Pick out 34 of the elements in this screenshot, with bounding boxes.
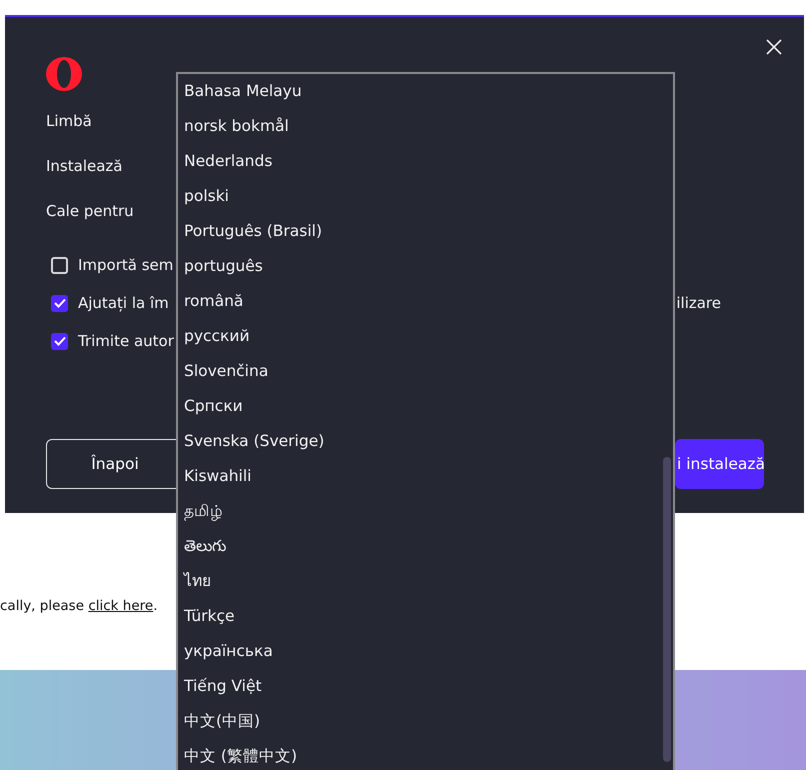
language-option[interactable]: Tiếng Việt bbox=[178, 669, 673, 704]
language-option[interactable]: Српски bbox=[178, 389, 673, 424]
language-option[interactable]: Português (Brasil) bbox=[178, 214, 673, 249]
close-icon[interactable] bbox=[766, 39, 782, 55]
language-option[interactable]: ไทย bbox=[178, 564, 673, 599]
language-option[interactable]: Slovenčina bbox=[178, 354, 673, 389]
language-option[interactable]: Türkçe bbox=[178, 599, 673, 634]
language-option[interactable]: русский bbox=[178, 319, 673, 354]
language-option[interactable]: português bbox=[178, 249, 673, 284]
checkbox[interactable] bbox=[51, 332, 68, 350]
checkbox[interactable] bbox=[51, 256, 68, 274]
notice-text: cally, please click here. bbox=[0, 598, 158, 614]
checkbox-label: ilizare bbox=[676, 294, 721, 312]
language-option[interactable]: தமிழ் bbox=[178, 494, 673, 529]
logo-icon bbox=[46, 57, 82, 91]
checkbox-label: Importă sem bbox=[78, 256, 174, 274]
install-button[interactable]: i instalează bbox=[675, 439, 764, 489]
language-option[interactable]: 中文(中国) bbox=[178, 704, 673, 739]
language-option[interactable]: polski bbox=[178, 179, 673, 214]
checkbox-label: Trimite autor bbox=[78, 332, 174, 350]
field-label: Instalează bbox=[46, 157, 122, 175]
checkbox[interactable] bbox=[51, 294, 68, 312]
language-option[interactable]: 中文 (繁體中文) bbox=[178, 739, 673, 770]
click-here-link[interactable]: click here bbox=[88, 598, 154, 614]
field-label: Limbă bbox=[46, 112, 92, 130]
language-option[interactable]: українська bbox=[178, 634, 673, 669]
checkbox-label: Ajutați la îm bbox=[78, 294, 169, 312]
language-option[interactable]: română bbox=[178, 284, 673, 319]
language-option[interactable]: తెలుగు bbox=[178, 529, 673, 564]
language-option[interactable]: norsk bokmål bbox=[178, 109, 673, 144]
language-option[interactable]: Bahasa Melayu bbox=[178, 74, 673, 109]
field-label: Cale pentru bbox=[46, 202, 134, 220]
language-option[interactable]: Nederlands bbox=[178, 144, 673, 179]
scrollbar-thumb[interactable] bbox=[663, 457, 671, 762]
